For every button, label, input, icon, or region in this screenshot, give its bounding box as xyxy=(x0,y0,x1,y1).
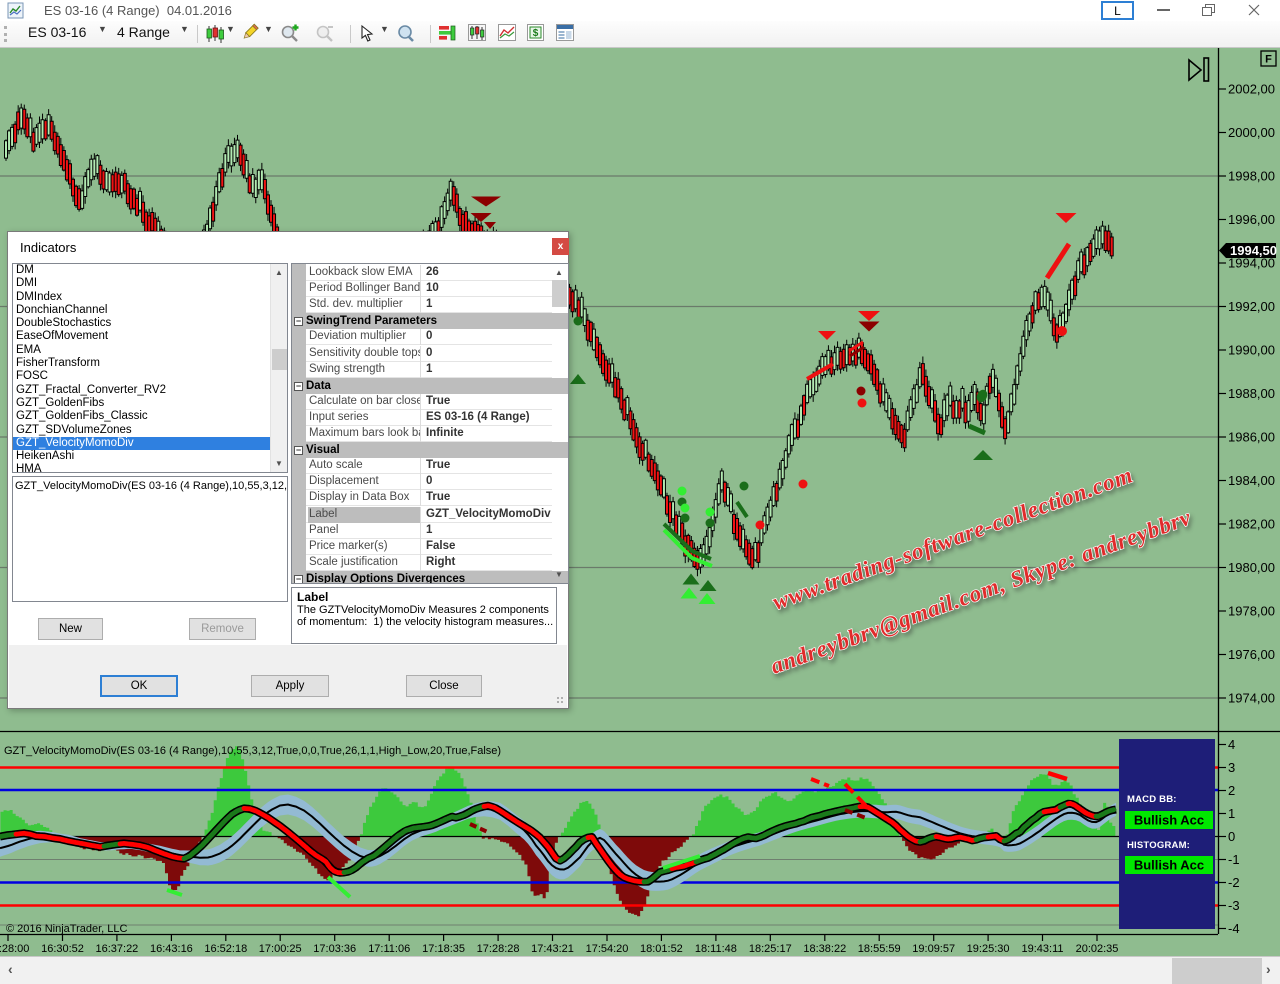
svg-text:HISTOGRAM:: HISTOGRAM: xyxy=(1127,840,1190,851)
svg-text:18:38:22: 18:38:22 xyxy=(803,943,846,955)
svg-text:-2: -2 xyxy=(1228,875,1240,890)
svg-text:Bullish Acc: Bullish Acc xyxy=(1134,813,1204,828)
svg-text:16:30:52: 16:30:52 xyxy=(41,943,84,955)
svg-text:2002,00: 2002,00 xyxy=(1228,82,1275,97)
svg-text:1: 1 xyxy=(1228,806,1235,821)
svg-text:1986,00: 1986,00 xyxy=(1228,430,1275,445)
svg-text:1988,00: 1988,00 xyxy=(1228,386,1275,401)
svg-text:17:11:06: 17:11:06 xyxy=(368,943,410,955)
svg-text:MACD BB:: MACD BB: xyxy=(1127,794,1177,805)
svg-text:17:43:21: 17:43:21 xyxy=(531,943,574,955)
svg-text:0: 0 xyxy=(1228,829,1235,844)
svg-text:-3: -3 xyxy=(1228,898,1240,913)
svg-text:18:11:48: 18:11:48 xyxy=(695,943,737,955)
svg-text:1990,00: 1990,00 xyxy=(1228,343,1275,358)
svg-text:16:52:18: 16:52:18 xyxy=(204,943,247,955)
svg-text:17:03:36: 17:03:36 xyxy=(313,943,356,955)
svg-text:2000,00: 2000,00 xyxy=(1228,125,1275,140)
svg-text:-4: -4 xyxy=(1228,921,1240,936)
svg-text:GZT_VelocityMomoDiv(ES 03-16 (: GZT_VelocityMomoDiv(ES 03-16 (4 Range),1… xyxy=(4,745,501,757)
svg-text:20:02:35: 20:02:35 xyxy=(1076,943,1119,955)
svg-text:18:25:17: 18:25:17 xyxy=(749,943,792,955)
svg-text:1974,00: 1974,00 xyxy=(1228,691,1275,706)
svg-text:© 2016 NinjaTrader, LLC: © 2016 NinjaTrader, LLC xyxy=(6,923,127,935)
svg-text:1976,00: 1976,00 xyxy=(1228,647,1275,662)
svg-text:1998,00: 1998,00 xyxy=(1228,169,1275,184)
svg-text:17:18:35: 17:18:35 xyxy=(422,943,465,955)
svg-text:1978,00: 1978,00 xyxy=(1228,604,1275,619)
svg-text:1994,50: 1994,50 xyxy=(1230,243,1277,258)
svg-text:F: F xyxy=(1265,54,1272,66)
svg-text:1982,00: 1982,00 xyxy=(1228,517,1275,532)
svg-text:$: $ xyxy=(533,28,539,39)
svg-text:19:43:11: 19:43:11 xyxy=(1021,943,1063,955)
svg-text:19:25:30: 19:25:30 xyxy=(967,943,1010,955)
svg-text:18:01:52: 18:01:52 xyxy=(640,943,683,955)
svg-text:17:28:28: 17:28:28 xyxy=(477,943,520,955)
svg-text:16:28:00: 16:28:00 xyxy=(0,943,29,955)
svg-text:16:43:16: 16:43:16 xyxy=(150,943,193,955)
svg-text:16:37:22: 16:37:22 xyxy=(95,943,138,955)
svg-text:Bullish Acc: Bullish Acc xyxy=(1134,858,1204,873)
svg-text:1980,00: 1980,00 xyxy=(1228,560,1275,575)
svg-text:2: 2 xyxy=(1228,783,1235,798)
svg-text:1992,00: 1992,00 xyxy=(1228,299,1275,314)
svg-text:18:55:59: 18:55:59 xyxy=(858,943,901,955)
svg-text:3: 3 xyxy=(1228,760,1235,775)
svg-text:17:54:20: 17:54:20 xyxy=(586,943,629,955)
svg-text:17:00:25: 17:00:25 xyxy=(259,943,302,955)
svg-text:1996,00: 1996,00 xyxy=(1228,212,1275,227)
svg-text:19:09:57: 19:09:57 xyxy=(912,943,955,955)
svg-text:4: 4 xyxy=(1228,737,1235,752)
svg-text:1984,00: 1984,00 xyxy=(1228,473,1275,488)
svg-text:-1: -1 xyxy=(1228,852,1240,867)
